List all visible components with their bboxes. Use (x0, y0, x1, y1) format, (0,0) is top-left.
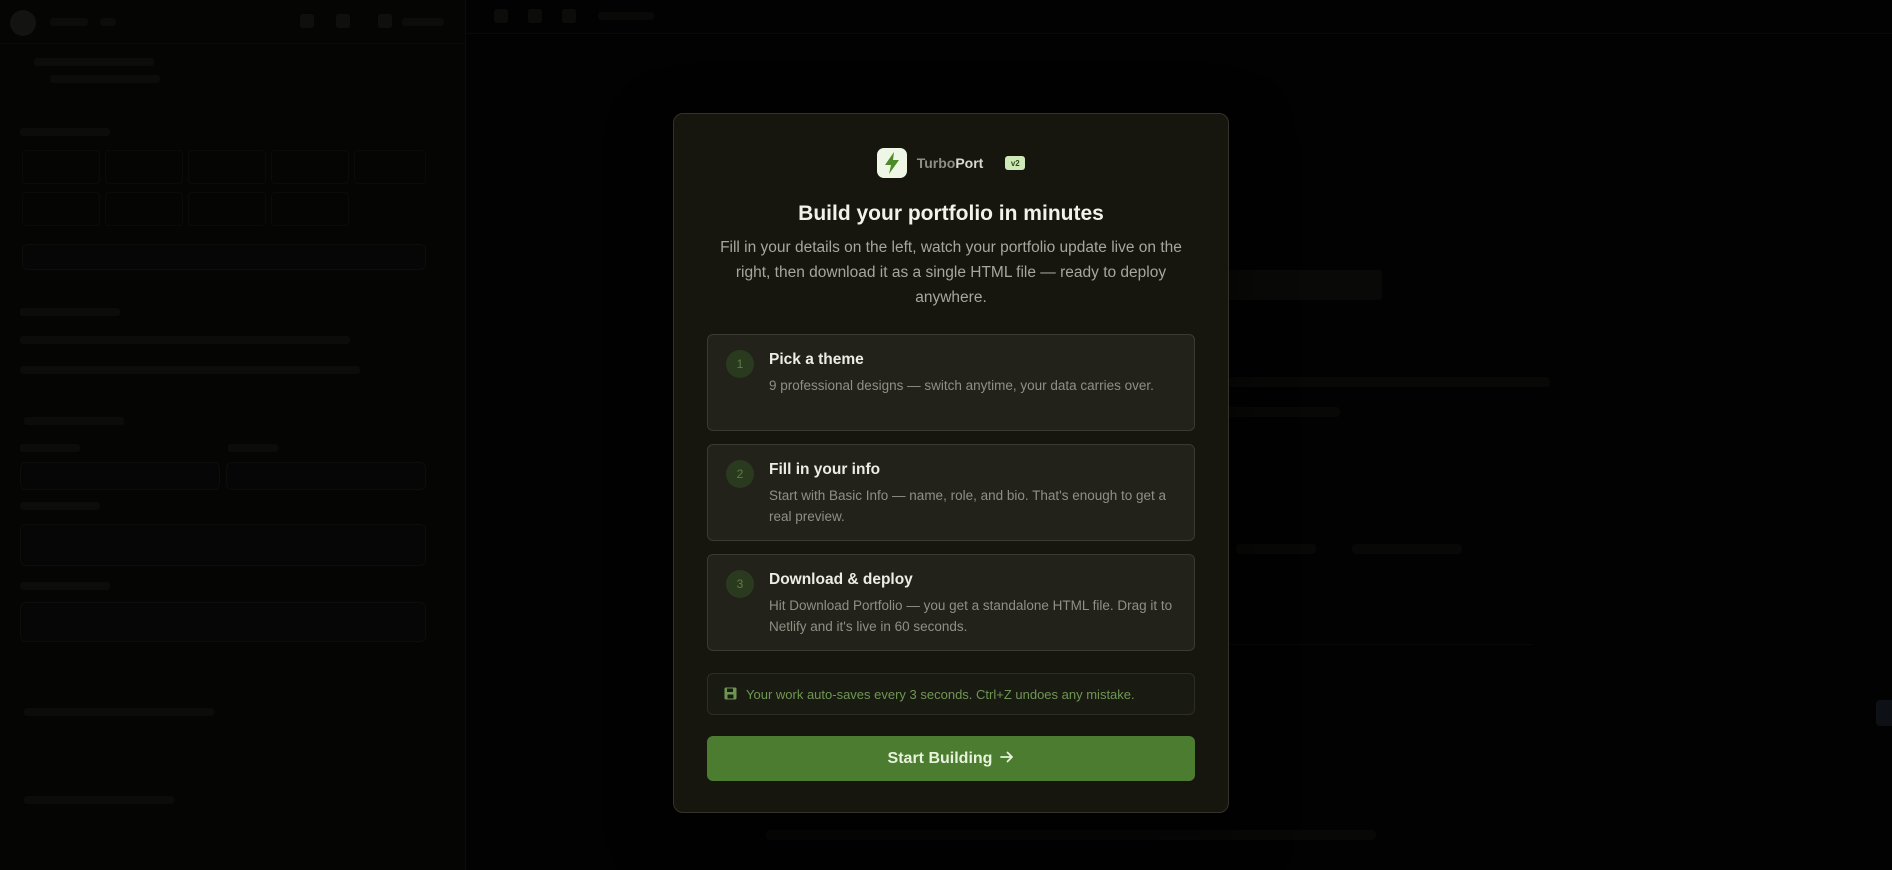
arrow-right-icon (1000, 750, 1014, 768)
modal-title: Build your portfolio in minutes (798, 202, 1104, 225)
step-number: 1 (726, 350, 754, 378)
step-title: Fill in your info (769, 461, 881, 478)
autosave-notice-text: Your work auto-saves every 3 seconds. Ct… (746, 686, 1135, 702)
step-title: Download & deploy (769, 571, 913, 588)
brand-name-part2: Port (955, 155, 984, 171)
step-card-2: 2 Fill in your info Start with Basic Inf… (707, 444, 1195, 541)
autosave-notice: Your work auto-saves every 3 seconds. Ct… (707, 673, 1195, 715)
lightning-bolt-icon (876, 148, 907, 178)
start-building-label: Start Building (887, 749, 993, 767)
version-badge: v2 (1005, 156, 1026, 170)
step-text: 9 professional designs — switch anytime,… (769, 378, 1154, 393)
brand-name: TurboPort (917, 155, 984, 171)
onboarding-modal: TurboPort v2 Build your portfolio in min… (673, 113, 1229, 813)
step-title: Pick a theme (769, 351, 864, 368)
brand-header: TurboPort v2 (674, 148, 1228, 178)
start-building-button[interactable]: Start Building (707, 736, 1195, 781)
floppy-disk-icon (724, 685, 737, 704)
modal-description: Fill in your details on the left, watch … (720, 239, 1182, 306)
step-text: Hit Download Portfolio — you get a stand… (769, 598, 1173, 634)
step-card-1: 1 Pick a theme 9 professional designs — … (707, 334, 1195, 431)
step-card-3: 3 Download & deploy Hit Download Portfol… (707, 554, 1195, 651)
step-number: 2 (726, 460, 754, 488)
step-text: Start with Basic Info — name, role, and … (769, 488, 1167, 524)
brand-name-part1: Turbo (916, 155, 956, 171)
step-number: 3 (726, 570, 754, 598)
